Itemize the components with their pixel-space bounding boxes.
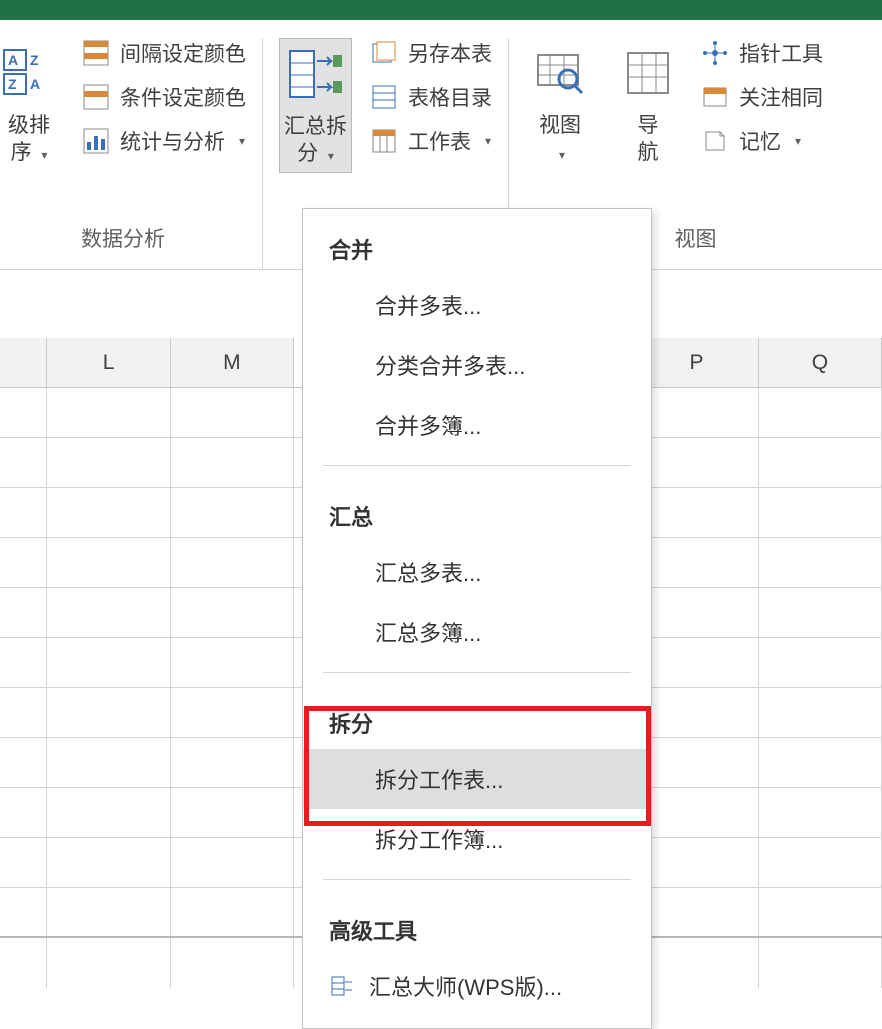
stats-label: 统计与分析: [120, 126, 225, 156]
focus-icon: [701, 83, 729, 111]
stats-icon: [82, 127, 110, 155]
worksheet-button[interactable]: 工作表 ▾: [370, 126, 492, 156]
sort-button[interactable]: A Z Z A 级排 序 ▾: [0, 38, 64, 171]
col-header-L[interactable]: L: [47, 338, 170, 387]
menu-section-merge: 合并: [303, 209, 651, 275]
summary-split-icon: [285, 43, 347, 105]
col-header-M[interactable]: M: [171, 338, 294, 387]
summary-split-dropdown: 合并 合并多表... 分类合并多表... 合并多簿... 汇总 汇总多表... …: [302, 208, 652, 1029]
focus-related-button[interactable]: 关注相同: [701, 82, 823, 112]
svg-text:A: A: [30, 76, 40, 92]
sort-icon: A Z Z A: [0, 42, 60, 104]
nav-icon: [617, 42, 679, 104]
interval-color-icon: [82, 39, 110, 67]
interval-color-label: 间隔设定颜色: [120, 38, 246, 68]
pointer-icon: [701, 39, 729, 67]
svg-text:A: A: [8, 52, 18, 68]
menu-section-advanced: 高级工具: [303, 890, 651, 956]
group-label-data-analysis: 数据分析: [0, 223, 246, 259]
chevron-down-icon: ▾: [41, 148, 47, 162]
pointer-tool-button[interactable]: 指针工具: [701, 38, 823, 68]
menu-divider: [323, 879, 631, 880]
menu-divider: [323, 465, 631, 466]
menu-section-summary: 汇总: [303, 476, 651, 542]
menu-merge-multi-sheets[interactable]: 合并多表...: [303, 275, 651, 335]
table-contents-button[interactable]: 表格目录: [370, 82, 492, 112]
chevron-down-icon: ▾: [328, 149, 334, 163]
svg-text:Z: Z: [30, 52, 39, 68]
worksheet-icon: [370, 127, 398, 155]
menu-split-workbook[interactable]: 拆分工作簿...: [303, 809, 651, 869]
memory-button[interactable]: 记忆 ▾: [701, 126, 823, 156]
view-button[interactable]: 视图▾: [525, 38, 595, 171]
memory-label: 记忆: [739, 126, 781, 156]
menu-category-merge[interactable]: 分类合并多表...: [303, 335, 651, 395]
chevron-down-icon: ▾: [795, 134, 801, 148]
menu-summary-multi-books[interactable]: 汇总多簿...: [303, 602, 651, 662]
nav-button[interactable]: 导 航: [613, 38, 683, 171]
menu-summary-master[interactable]: 汇总大师(WPS版)...: [303, 956, 651, 1016]
menu-section-split: 拆分: [303, 683, 651, 749]
save-as-sheet-button[interactable]: 另存本表: [370, 38, 492, 68]
worksheet-label: 工作表: [408, 126, 471, 156]
menu-split-worksheet[interactable]: 拆分工作表...: [303, 749, 651, 809]
menu-divider: [323, 672, 631, 673]
sort-label: 级排 序 ▾: [8, 112, 50, 167]
interval-color-button[interactable]: 间隔设定颜色: [82, 38, 246, 68]
summary-split-button[interactable]: 汇总拆 分 ▾: [279, 38, 352, 173]
menu-summary-multi-sheets[interactable]: 汇总多表...: [303, 542, 651, 602]
condition-color-label: 条件设定颜色: [120, 82, 246, 112]
condition-color-icon: [82, 83, 110, 111]
save-as-sheet-label: 另存本表: [408, 38, 492, 68]
save-as-sheet-icon: [370, 39, 398, 67]
menu-merge-multi-books[interactable]: 合并多簿...: [303, 395, 651, 455]
summary-split-label: 汇总拆 分 ▾: [284, 113, 347, 168]
chevron-down-icon: ▾: [485, 134, 491, 148]
focus-related-label: 关注相同: [739, 82, 823, 112]
pointer-tool-label: 指针工具: [739, 38, 823, 68]
col-header-P[interactable]: P: [635, 338, 758, 387]
chevron-down-icon: ▾: [239, 134, 245, 148]
col-header-Q[interactable]: Q: [759, 338, 882, 387]
nav-label: 导 航: [638, 112, 659, 167]
condition-color-button[interactable]: 条件设定颜色: [82, 82, 246, 112]
view-icon: [529, 42, 591, 104]
title-bar: [0, 0, 882, 20]
stats-analysis-button[interactable]: 统计与分析 ▾: [82, 126, 246, 156]
svg-text:Z: Z: [8, 76, 17, 92]
table-contents-icon: [370, 83, 398, 111]
table-contents-label: 表格目录: [408, 82, 492, 112]
view-label: 视图▾: [539, 112, 581, 167]
memory-icon: [701, 127, 729, 155]
summary-master-icon: [329, 972, 357, 1000]
chevron-down-icon: ▾: [559, 148, 565, 162]
col-header-partial[interactable]: [0, 338, 47, 387]
